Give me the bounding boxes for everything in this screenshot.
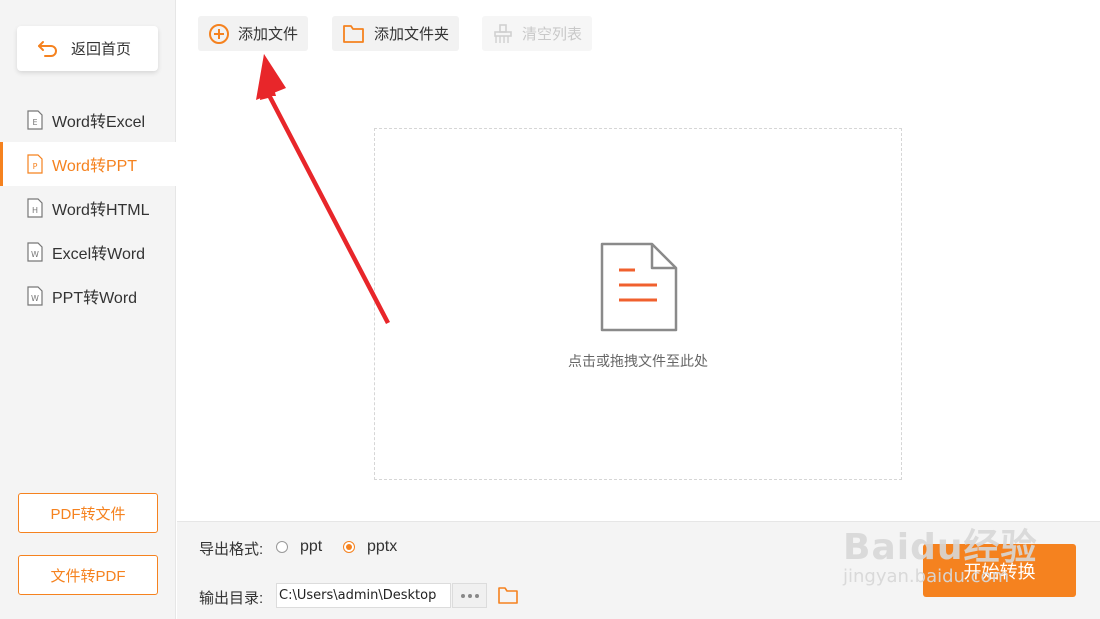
conversion-nav: E Word转Excel P Word转PPT H Word转HTML W Ex… (0, 98, 176, 318)
output-dir-label: 输出目录: (199, 590, 264, 607)
open-folder-icon[interactable] (497, 585, 519, 605)
watermark-logo: Baidu经验 (843, 527, 1038, 568)
document-icon (600, 242, 678, 332)
file-to-pdf-button[interactable]: 文件转PDF (18, 555, 158, 595)
add-file-button[interactable]: 添加文件 (198, 16, 309, 51)
back-arrow-icon (38, 40, 57, 57)
svg-text:E: E (32, 118, 37, 127)
nav-item-word-to-ppt[interactable]: P Word转PPT (0, 142, 176, 186)
broom-icon (494, 23, 512, 43)
radio-button (343, 541, 355, 553)
plus-circle-icon (209, 23, 229, 44)
svg-text:W: W (31, 250, 39, 259)
nav-item-word-to-excel[interactable]: E Word转Excel (0, 98, 176, 142)
nav-item-label: Word转Excel (52, 114, 146, 131)
dot (474, 593, 479, 598)
nav-item-excel-to-word[interactable]: W Excel转Word (0, 230, 176, 274)
back-home-label: 返回首页 (71, 41, 132, 58)
folder-icon (343, 24, 364, 43)
svg-text:W: W (31, 294, 39, 303)
back-home-button[interactable]: 返回首页 (17, 26, 158, 71)
sidebar: 返回首页 E Word转Excel P Word转PPT H Word转HTML… (0, 0, 176, 619)
clear-list-button[interactable]: 清空列表 (482, 16, 593, 51)
nav-item-word-to-html[interactable]: H Word转HTML (0, 186, 176, 230)
radio-ppt[interactable]: ppt (276, 538, 322, 556)
pdf-to-file-button[interactable]: PDF转文件 (18, 493, 158, 533)
watermark-url: jingyan.baidu.com (843, 566, 1010, 587)
baidu-watermark: Baidu经验 jingyan.baidu.com (843, 518, 1037, 587)
format-label: 导出格式: (199, 541, 264, 558)
drop-zone-hint: 点击或拖拽文件至此处 (568, 353, 708, 369)
html-file-icon: H (27, 198, 43, 218)
add-folder-button[interactable]: 添加文件夹 (332, 16, 460, 51)
file-drop-zone[interactable]: 点击或拖拽文件至此处 (374, 128, 902, 480)
clear-list-label: 清空列表 (522, 26, 583, 43)
dot (460, 593, 465, 598)
radio-label: ppt (300, 538, 323, 555)
nav-item-label: PPT转Word (52, 290, 138, 307)
nav-item-label: Word转PPT (52, 158, 138, 175)
browse-more-button[interactable] (452, 583, 487, 608)
add-file-label: 添加文件 (238, 26, 299, 43)
excel-file-icon: E (27, 110, 43, 130)
word-file-icon: W (27, 242, 43, 262)
annotation-arrow (256, 54, 390, 324)
ppt-file-icon: P (27, 154, 43, 174)
nav-item-label: Word转HTML (52, 202, 150, 219)
dot (467, 593, 472, 598)
radio-button (276, 541, 288, 553)
nav-item-ppt-to-word[interactable]: W PPT转Word (0, 274, 176, 318)
output-path-field[interactable]: C:\Users\admin\Desktop (276, 583, 451, 608)
radio-pptx[interactable]: pptx (343, 538, 397, 556)
svg-text:H: H (32, 206, 38, 215)
radio-label: pptx (367, 538, 398, 555)
svg-text:P: P (33, 162, 38, 171)
word-file-icon: W (27, 286, 43, 306)
add-folder-label: 添加文件夹 (374, 26, 450, 43)
nav-item-label: Excel转Word (52, 246, 146, 263)
